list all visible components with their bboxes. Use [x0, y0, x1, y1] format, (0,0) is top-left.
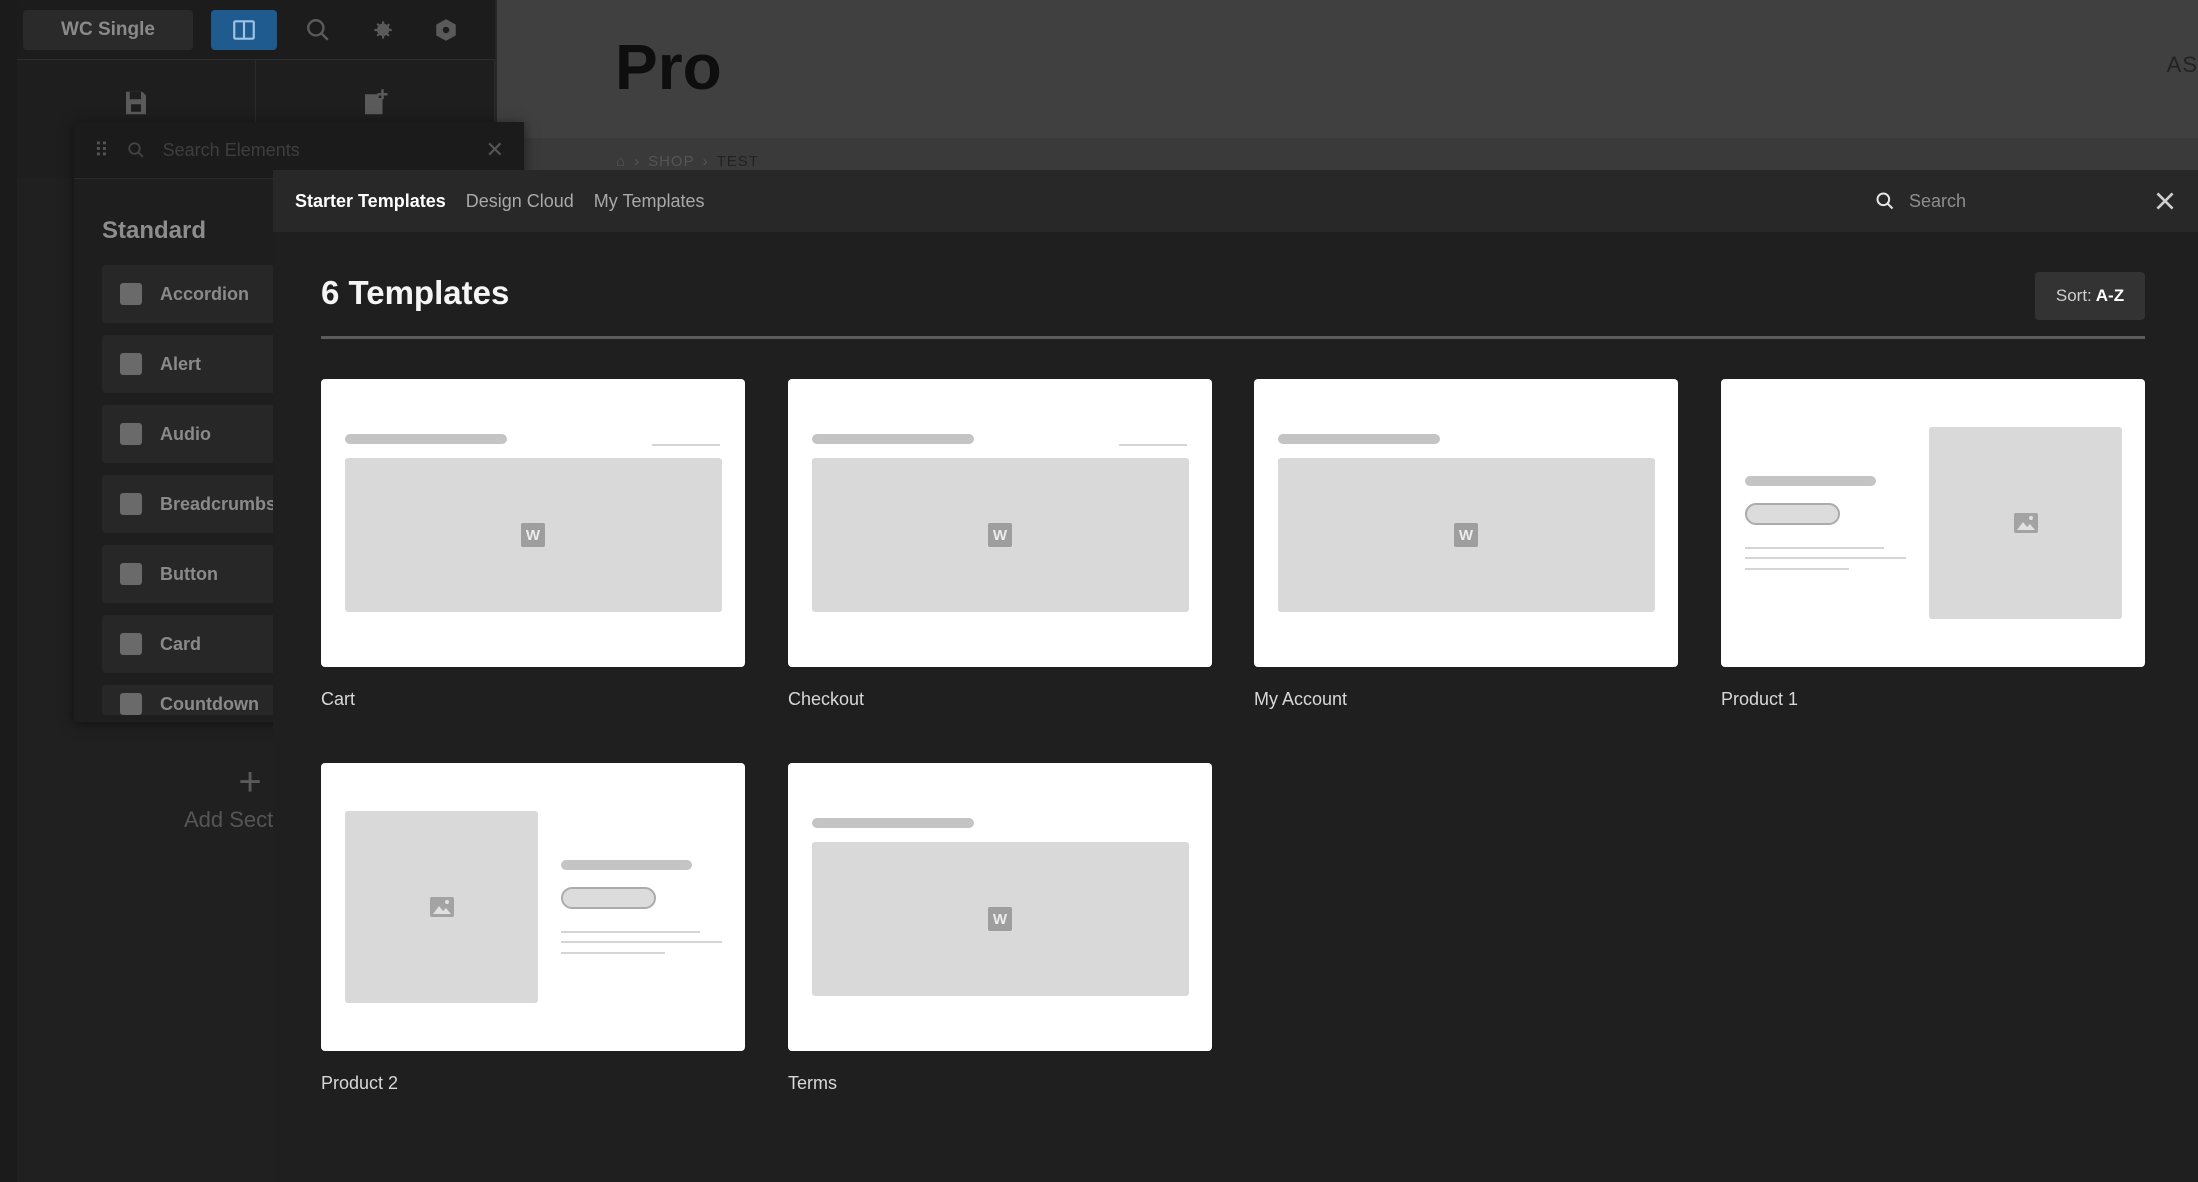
- preview-button-pill: [561, 887, 656, 909]
- tab-my-templates[interactable]: My Templates: [594, 191, 705, 212]
- element-label: Countdown: [160, 694, 259, 714]
- preview-title-bar: [345, 434, 507, 444]
- templates-count-title: 6 Templates: [321, 274, 510, 311]
- preview-line: [652, 444, 720, 446]
- preview-title-bar: [561, 860, 692, 870]
- preview-line: [561, 931, 700, 933]
- sort-button[interactable]: Sort: A-Z: [2035, 272, 2145, 320]
- template-thumbnail: W: [788, 379, 1212, 667]
- preview-line: [561, 941, 722, 943]
- preview-title-bar: [812, 818, 974, 828]
- close-icon[interactable]: [2152, 188, 2178, 214]
- preview-title-bar: [812, 434, 974, 444]
- template-thumbnail: [321, 763, 745, 1051]
- breadcrumb: ⌂ › SHOP › TEST: [616, 153, 759, 170]
- template-card-checkout[interactable]: W Checkout: [788, 379, 1212, 710]
- search-icon: [128, 142, 144, 158]
- search-icon: [1876, 192, 1894, 210]
- element-label: Card: [160, 633, 202, 654]
- elements-search-input[interactable]: Search Elements: [163, 140, 468, 161]
- breadcrumb-item-current: TEST: [716, 153, 759, 170]
- element-label: Audio: [160, 423, 211, 444]
- template-thumbnail: W: [788, 763, 1212, 1051]
- accordion-icon: [120, 283, 142, 305]
- footsteps-icon: [120, 493, 142, 515]
- page-selector[interactable]: WC Single: [23, 9, 193, 50]
- countdown-icon: [120, 693, 142, 715]
- extension-icon[interactable]: [423, 10, 469, 50]
- modal-header: Starter Templates Design Cloud My Templa…: [273, 170, 2198, 232]
- canvas-header-nav-text: AS: [2166, 52, 2198, 77]
- preview-title-bar: [1278, 434, 1440, 444]
- breadcrumb-separator: ›: [702, 153, 709, 170]
- card-icon: [120, 633, 142, 655]
- image-icon: [2014, 513, 2038, 533]
- template-library-modal: Starter Templates Design Cloud My Templa…: [273, 170, 2198, 1182]
- template-thumbnail: W: [321, 379, 745, 667]
- left-edge-strip: [0, 0, 17, 1182]
- drag-handle-icon[interactable]: ⠿: [94, 138, 109, 163]
- title-divider: [321, 336, 2145, 339]
- element-label: Breadcrumbs: [160, 493, 277, 514]
- add-document-icon: [365, 89, 388, 115]
- plus-icon: +: [238, 760, 262, 804]
- bell-icon: [120, 353, 142, 375]
- layout-icon[interactable]: [211, 9, 277, 50]
- save-icon: [126, 91, 146, 115]
- close-icon[interactable]: ✕: [486, 137, 504, 163]
- tab-starter-templates[interactable]: Starter Templates: [295, 191, 446, 212]
- wordpress-icon: W: [521, 523, 545, 547]
- wordpress-icon: W: [988, 907, 1012, 931]
- cursor-click-icon: [120, 563, 142, 585]
- template-search-input[interactable]: [1907, 189, 2121, 213]
- tab-design-cloud[interactable]: Design Cloud: [466, 191, 574, 212]
- template-card-product-1[interactable]: Product 1: [1721, 379, 2145, 710]
- sort-prefix: Sort:: [2055, 286, 2092, 305]
- speaker-icon: [120, 423, 142, 445]
- template-search: [1875, 170, 2121, 232]
- template-thumbnail: [1721, 379, 2145, 667]
- template-card-terms[interactable]: W Terms: [788, 763, 1212, 1094]
- preview-line: [1119, 444, 1187, 446]
- preview-title-bar: [1745, 476, 1876, 486]
- canvas-header: Pro AS: [497, 0, 2198, 138]
- builder-topbar: WC Single: [17, 0, 495, 60]
- gear-icon[interactable]: [359, 10, 405, 50]
- breadcrumb-item-shop[interactable]: SHOP: [648, 153, 695, 170]
- element-label: Accordion: [160, 283, 250, 304]
- template-tabs: Starter Templates Design Cloud My Templa…: [273, 191, 705, 212]
- add-section-button[interactable]: + Add Secti: [184, 760, 278, 833]
- element-label: Button: [160, 563, 218, 584]
- preview-line: [1745, 547, 1884, 549]
- canvas-title: Pro: [615, 31, 722, 103]
- template-card-product-2[interactable]: Product 2: [321, 763, 745, 1094]
- template-name: Product 1: [1721, 689, 1799, 709]
- template-thumbnail: W: [1254, 379, 1678, 667]
- template-name: Cart: [321, 689, 356, 709]
- preview-line: [561, 952, 665, 954]
- preview-button-pill: [1745, 503, 1840, 525]
- preview-line: [1745, 557, 1906, 559]
- wordpress-icon: W: [988, 523, 1012, 547]
- template-name: Product 2: [321, 1073, 399, 1093]
- template-name: Checkout: [788, 689, 865, 709]
- wordpress-icon: W: [1454, 523, 1478, 547]
- preview-line: [1745, 568, 1849, 570]
- template-card-cart[interactable]: W Cart: [321, 379, 745, 710]
- home-icon[interactable]: ⌂: [616, 153, 626, 170]
- template-card-my-account[interactable]: W My Account: [1254, 379, 1678, 710]
- search-icon[interactable]: [295, 10, 341, 50]
- element-label: Alert: [160, 353, 202, 374]
- sort-value: A-Z: [2095, 286, 2125, 305]
- breadcrumb-separator: ›: [634, 153, 641, 170]
- template-name: My Account: [1254, 689, 1348, 709]
- image-icon: [430, 897, 454, 917]
- template-name: Terms: [788, 1073, 837, 1093]
- add-section-label: Add Secti: [184, 807, 279, 832]
